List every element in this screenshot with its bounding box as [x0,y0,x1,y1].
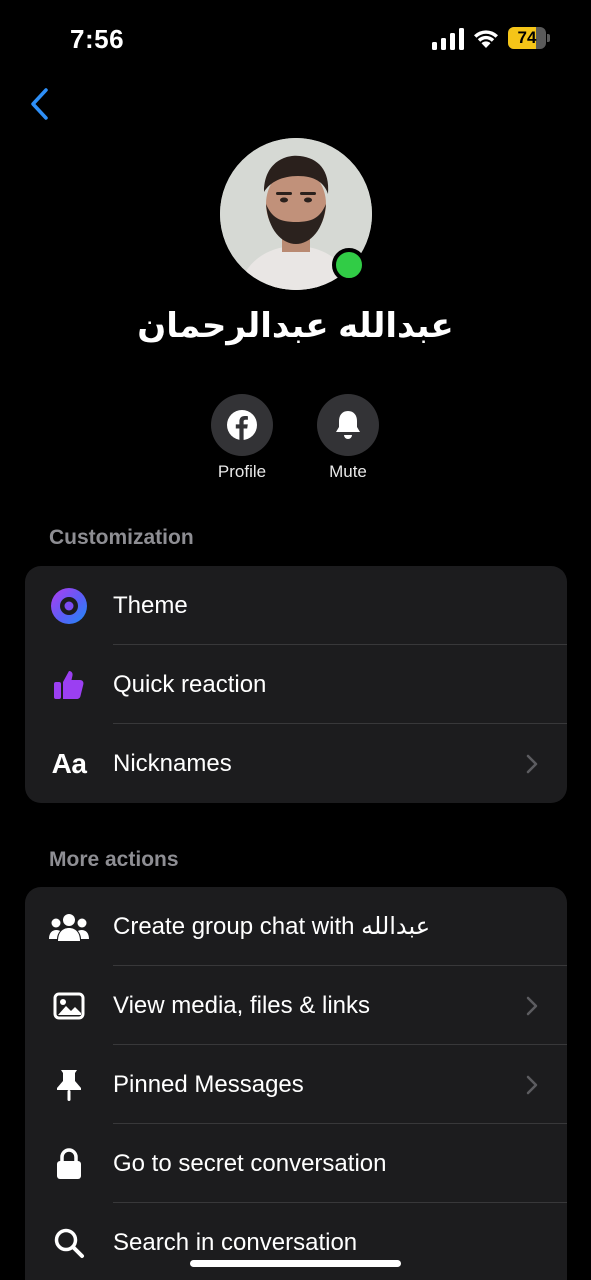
view-media-label: View media, files & links [113,991,370,1019]
cellular-signal-icon [432,28,464,50]
pin-icon [49,1065,89,1105]
people-icon [49,907,89,947]
pinned-messages-row[interactable]: Pinned Messages [25,1045,567,1124]
quick-actions: Profile Mute [0,394,591,484]
profile-label: Profile [217,462,267,481]
online-status-dot [332,248,366,282]
status-time: 7:56 [70,24,125,54]
chevron-right-icon [526,996,538,1016]
wifi-icon [474,30,498,48]
theme-row[interactable]: Theme [25,566,567,645]
nicknames-label: Nicknames [113,749,232,777]
view-media-row[interactable]: View media, files & links [25,966,567,1045]
facebook-icon [227,410,257,440]
lock-icon [49,1144,89,1184]
secret-conversation-row[interactable]: Go to secret conversation [25,1124,567,1203]
search-conversation-label: Search in conversation [113,1228,358,1256]
battery-percent: 74 [517,28,537,47]
search-icon [49,1223,89,1263]
customization-header: Customization [49,526,194,549]
more-actions-header: More actions [49,848,179,871]
contact-name: عبدالله عبدالرحمان [137,307,454,345]
text-aa-icon: Aa [51,748,87,779]
secret-conversation-label: Go to secret conversation [113,1149,387,1177]
profile-avatar[interactable] [220,138,372,290]
nicknames-row[interactable]: Aa Nicknames [25,724,567,803]
back-button[interactable] [22,84,58,124]
more-actions-card: Create group chat with عبدالله View medi… [25,887,567,1280]
chevron-left-icon [31,88,48,120]
bell-icon [336,411,360,439]
theme-icon [49,586,89,626]
home-indicator[interactable] [190,1260,401,1267]
chevron-right-icon [526,754,538,774]
chevron-right-icon [526,1075,538,1095]
image-icon [49,986,89,1026]
quick-reaction-row[interactable]: Quick reaction [25,645,567,724]
thumbs-up-icon [49,665,89,705]
profile-button[interactable]: Profile [202,394,282,482]
search-conversation-row[interactable]: Search in conversation [25,1203,567,1280]
pinned-messages-label: Pinned Messages [113,1070,304,1098]
quick-reaction-label: Quick reaction [113,670,267,698]
mute-label: Mute [329,462,367,481]
create-group-row[interactable]: Create group chat with عبدالله [25,887,567,966]
battery-indicator: 74 [508,27,550,49]
customization-card: Theme Quick reaction Aa Nicknames [25,566,567,803]
create-group-label: Create group chat with عبدالله [113,913,431,940]
mute-button[interactable]: Mute [308,394,388,482]
theme-label: Theme [113,591,188,619]
status-bar: 7:56 74 [0,0,591,80]
